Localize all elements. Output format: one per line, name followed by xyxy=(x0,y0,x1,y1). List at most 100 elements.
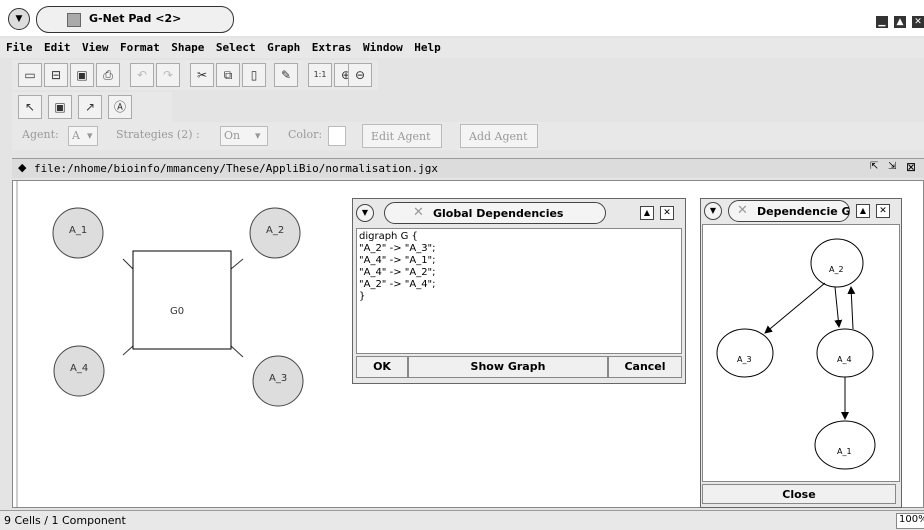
menu-window[interactable]: Window xyxy=(363,38,403,58)
edit-agent-button[interactable]: Edit Agent xyxy=(362,124,442,148)
window-title-pill: G-Net Pad <2> xyxy=(36,6,234,33)
edit-icon[interactable]: ✎ xyxy=(274,63,298,87)
code-line: "A_4" -> "A_1"; xyxy=(359,255,436,266)
dialog-title-pill: ✕ Global Dependencies xyxy=(384,202,606,224)
new-icon[interactable]: ▭ xyxy=(18,63,42,87)
diamond-icon: ◆ xyxy=(18,161,27,174)
graph-edge xyxy=(230,258,244,270)
strategies-label: Strategies (2) : xyxy=(116,128,200,141)
dep-node-label: A_4 xyxy=(837,355,852,364)
cancel-button[interactable]: Cancel xyxy=(608,356,682,378)
title-bar: ▼ G-Net Pad <2> ▁ ▲ ✕ xyxy=(0,0,924,36)
document-title-bar: ◆ file:/nhome/bioinfo/mmanceny/These/App… xyxy=(12,158,924,178)
add-agent-button[interactable]: Add Agent xyxy=(460,124,538,148)
toolbar-extra: ⊖ xyxy=(348,60,378,90)
code-line: "A_2" -> "A_4"; xyxy=(359,279,436,290)
add-agent-label: Add Agent xyxy=(469,130,528,143)
maximize-icon[interactable]: ▲ xyxy=(640,206,654,220)
menu-view[interactable]: View xyxy=(82,38,109,58)
graph-edge xyxy=(122,345,134,356)
menu-edit[interactable]: Edit xyxy=(44,38,71,58)
agent-select[interactable]: A ▾ xyxy=(68,126,98,146)
close-button[interactable]: Close xyxy=(702,484,896,504)
minimize-button[interactable]: ▁ xyxy=(876,16,888,28)
app-icon xyxy=(67,13,81,27)
node-label: A_2 xyxy=(266,225,285,236)
node-label: A_4 xyxy=(70,363,89,374)
status-text: 9 Cells / 1 Component xyxy=(4,514,126,527)
code-line: } xyxy=(359,291,366,302)
close-window-button[interactable]: ✕ xyxy=(912,16,924,28)
save-icon[interactable]: ▣ xyxy=(70,63,94,87)
maximize-icon[interactable]: ⇲ xyxy=(888,161,896,172)
color-label: Color: xyxy=(288,128,323,141)
menu-select[interactable]: Select xyxy=(216,38,256,58)
dep-edge xyxy=(764,282,826,334)
show-graph-button[interactable]: Show Graph xyxy=(408,356,608,378)
open-icon[interactable]: ⊟ xyxy=(44,63,68,87)
node-label: A_1 xyxy=(69,225,88,236)
window-title: G-Net Pad <2> xyxy=(89,12,182,25)
color-swatch[interactable] xyxy=(328,126,346,146)
ok-button[interactable]: OK xyxy=(356,356,408,378)
dialog-title: Global Dependencies xyxy=(433,207,564,220)
chevron-down-icon: ▾ xyxy=(87,129,93,142)
main-toolbar: ▭ ⊟ ▣ ⎙ ↶ ↷ ✂ ⧉ ▯ ✎ 1:1 ⊕ xyxy=(12,60,358,90)
document-path: file:/nhome/bioinfo/mmanceny/These/Appli… xyxy=(34,162,438,175)
dialog-menu-icon[interactable]: ▼ xyxy=(356,204,374,222)
undo-icon[interactable]: ↶ xyxy=(130,63,154,87)
dep-node-a1[interactable] xyxy=(814,420,876,470)
menu-file[interactable]: File xyxy=(6,38,33,58)
dialog-menu-icon[interactable]: ▼ xyxy=(704,202,722,220)
maximize-button[interactable]: ▲ xyxy=(894,16,906,28)
g0-label: G0 xyxy=(170,306,185,317)
graph-edge xyxy=(230,345,244,358)
menu-help[interactable]: Help xyxy=(414,38,441,58)
code-line: "A_4" -> "A_2"; xyxy=(359,267,436,278)
window-menu-button[interactable]: ▼ xyxy=(8,8,30,30)
close-icon[interactable]: ✕ xyxy=(660,206,674,220)
dep-node-label: A_1 xyxy=(837,447,852,456)
x-icon: ✕ xyxy=(737,203,748,218)
close-icon[interactable]: ✕ xyxy=(876,204,890,218)
zoom-level[interactable]: 100% xyxy=(896,513,924,529)
dependencies-text-area[interactable]: digraph G { "A_2" -> "A_3"; "A_4" -> "A_… xyxy=(356,228,682,354)
agent-label: Agent: xyxy=(22,128,59,141)
menu-shape[interactable]: Shape xyxy=(171,38,204,58)
edge-tool-icon[interactable]: ↗ xyxy=(78,95,102,119)
zoom-out-icon[interactable]: ⊖ xyxy=(348,63,372,87)
strategies-select[interactable]: On ▾ xyxy=(220,126,268,146)
agent-tool-icon[interactable]: Ⓐ xyxy=(108,95,132,119)
restore-icon[interactable]: ⇱ xyxy=(870,161,878,172)
select-tool-icon[interactable]: ↖ xyxy=(18,95,42,119)
redo-icon[interactable]: ↷ xyxy=(156,63,180,87)
dep-edge xyxy=(834,286,843,328)
close-icon[interactable]: ⊠ xyxy=(906,160,916,174)
menu-extras[interactable]: Extras xyxy=(312,38,352,58)
dialog-title: Dependencie G xyxy=(757,205,849,218)
menu-format[interactable]: Format xyxy=(120,38,160,58)
g0-cell[interactable] xyxy=(132,250,232,350)
dep-node-a3[interactable] xyxy=(716,328,774,378)
cut-icon[interactable]: ✂ xyxy=(190,63,214,87)
tool-palette: ↖ ▣ ↗ Ⓐ xyxy=(12,92,172,122)
maximize-icon[interactable]: ▲ xyxy=(856,204,870,218)
dep-node-a4[interactable] xyxy=(816,328,874,378)
dep-edge xyxy=(847,286,856,330)
copy-icon[interactable]: ⧉ xyxy=(216,63,240,87)
delete-icon[interactable]: ▯ xyxy=(242,63,266,87)
actual-size-icon[interactable]: 1:1 xyxy=(308,63,332,87)
dep-node-label: A_2 xyxy=(829,265,844,274)
cell-tool-icon[interactable]: ▣ xyxy=(48,95,72,119)
dep-node-a2[interactable] xyxy=(810,238,864,288)
print-icon[interactable]: ⎙ xyxy=(96,63,120,87)
code-line: "A_2" -> "A_3"; xyxy=(359,243,436,254)
menu-bar: File Edit View Format Shape Select Graph… xyxy=(0,38,924,58)
chevron-down-icon: ▾ xyxy=(255,129,261,142)
menu-graph[interactable]: Graph xyxy=(267,38,300,58)
dependency-graph-drawing xyxy=(716,238,876,470)
node-label: A_3 xyxy=(269,373,288,384)
edit-agent-label: Edit Agent xyxy=(371,130,431,143)
strategies-value: On xyxy=(224,129,241,142)
code-line: digraph G { xyxy=(359,231,418,242)
